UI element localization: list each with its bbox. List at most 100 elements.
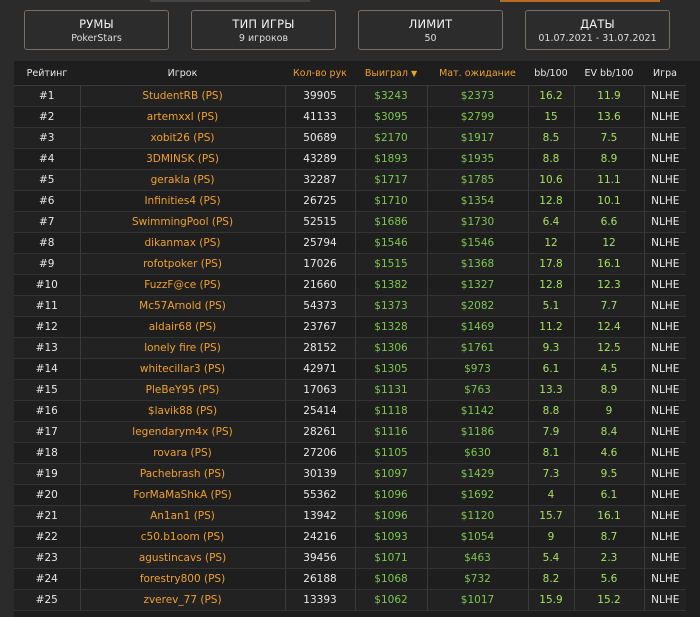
table-row: #3 xobit26 (PS) 50689 $2170 $1917 8.5 7.5 NLHE	[14, 127, 686, 149]
cell-ev: $732	[427, 568, 529, 590]
cell-evbb100: 7.7	[574, 295, 645, 317]
cell-game: NLHE	[644, 337, 686, 359]
header-rank[interactable]: Рейтинг	[14, 61, 80, 86]
header-ev[interactable]: Мат. ожидание	[427, 61, 528, 86]
table-row: #4 3DMINSK (PS) 43289 $1893 $1935 8.8 8.9 NLHE	[14, 148, 686, 170]
cell-won: $1071	[355, 547, 428, 569]
cell-hands: 41133	[285, 106, 356, 128]
cell-bb100: 9	[528, 526, 575, 548]
cell-bb100: 6.4	[528, 211, 575, 233]
cell-player[interactable]: legendarym4x (PS)	[80, 421, 286, 443]
cell-player[interactable]: xobit26 (PS)	[80, 127, 286, 149]
cell-won: $1893	[355, 148, 428, 170]
cell-player[interactable]: FuzzF@ce (PS)	[80, 274, 286, 296]
cell-game: NLHE	[644, 379, 686, 401]
filter-limit[interactable]: ЛИМИТ 50	[358, 10, 503, 50]
cell-player[interactable]: rovara (PS)	[80, 442, 286, 464]
cell-game: NLHE	[644, 589, 686, 611]
cell-ev: $1327	[427, 274, 529, 296]
cell-player[interactable]: PleBeY95 (PS)	[80, 379, 286, 401]
cell-player[interactable]: StudentRB (PS)	[80, 85, 286, 107]
cell-evbb100: 15.2	[574, 589, 645, 611]
cell-player[interactable]: artemxxl (PS)	[80, 106, 286, 128]
header-player[interactable]: Игрок	[80, 61, 285, 86]
cell-player[interactable]: lonely fire (PS)	[80, 337, 286, 359]
cell-player[interactable]: zverev_77 (PS)	[80, 589, 286, 611]
cell-evbb100: 9.5	[574, 463, 645, 485]
cell-player[interactable]: agustincavs (PS)	[80, 547, 286, 569]
header-evbb100[interactable]: EV bb/100	[574, 61, 644, 86]
table-row: #7 SwimmingPool (PS) 52515 $1686 $1730 6.4 6.6…	[14, 211, 686, 233]
cell-player[interactable]: An1an1 (PS)	[80, 505, 286, 527]
cell-rank: #4	[14, 148, 81, 170]
filter-dates-title: ДАТЫ	[580, 17, 615, 31]
cell-player[interactable]: Pachebrash (PS)	[80, 463, 286, 485]
cell-player[interactable]: c50.b1oom (PS)	[80, 526, 286, 548]
ranking-table-container: Рейтинг Игрок Кол-во рук Выиграл ▼ Мат. …	[14, 61, 700, 617]
cell-ev: $1546	[427, 232, 529, 254]
header-bb100[interactable]: bb/100	[528, 61, 574, 86]
cell-player[interactable]: $lavik88 (PS)	[80, 400, 286, 422]
cell-rank: #25	[14, 589, 81, 611]
cell-rank: #21	[14, 505, 81, 527]
cell-game: NLHE	[644, 505, 686, 527]
cell-ev: $2082	[427, 295, 529, 317]
table-row: #10 FuzzF@ce (PS) 21660 $1382 $1327 12.8 12.3 N…	[14, 274, 686, 296]
table-row: #2 artemxxl (PS) 41133 $3095 $2799 15 13.6 NLHE	[14, 106, 686, 128]
filter-limit-title: ЛИМИТ	[408, 17, 453, 31]
table-row: #13 lonely fire (PS) 28152 $1306 $1761 9.3 12.…	[14, 337, 686, 359]
cell-player[interactable]: rofotpoker (PS)	[80, 253, 286, 275]
cell-won: $1515	[355, 253, 428, 275]
header-hands[interactable]: Кол-во рук	[285, 61, 355, 86]
filter-bar: РУМЫ PokerStars ТИП ИГРЫ 9 игроков ЛИМИТ…	[0, 10, 700, 52]
cell-hands: 30139	[285, 463, 356, 485]
cell-rank: #8	[14, 232, 81, 254]
cell-game: NLHE	[644, 85, 686, 107]
cell-won: $1373	[355, 295, 428, 317]
cell-player[interactable]: dikanmax (PS)	[80, 232, 286, 254]
cell-ev: $1142	[427, 400, 529, 422]
cell-rank: #20	[14, 484, 81, 506]
cell-game: NLHE	[644, 148, 686, 170]
cell-ev: $1935	[427, 148, 529, 170]
cell-evbb100: 13.6	[574, 106, 645, 128]
cell-hands: 25414	[285, 400, 356, 422]
table-row: #5 gerakla (PS) 32287 $1717 $1785 10.6 11.1 NLH…	[14, 169, 686, 191]
cell-game: NLHE	[644, 190, 686, 212]
cell-evbb100: 16.1	[574, 505, 645, 527]
table-row: #12 aldair68 (PS) 23767 $1328 $1469 11.2 12.4 N…	[14, 316, 686, 338]
cell-evbb100: 4.6	[574, 442, 645, 464]
cell-hands: 28152	[285, 337, 356, 359]
cell-rank: #23	[14, 547, 81, 569]
cell-player[interactable]: forestry800 (PS)	[80, 568, 286, 590]
filter-game-type[interactable]: ТИП ИГРЫ 9 игроков	[191, 10, 336, 50]
cell-evbb100: 11.9	[574, 85, 645, 107]
table-header-row: Рейтинг Игрок Кол-во рук Выиграл ▼ Мат. …	[14, 61, 686, 86]
cell-player[interactable]: SwimmingPool (PS)	[80, 211, 286, 233]
cell-player[interactable]: Infinities4 (PS)	[80, 190, 286, 212]
cell-hands: 55362	[285, 484, 356, 506]
header-game[interactable]: Игра	[644, 61, 686, 86]
cell-ev: $1368	[427, 253, 529, 275]
filter-dates[interactable]: ДАТЫ 01.07.2021 - 31.07.2021	[525, 10, 670, 50]
cell-player[interactable]: Mc57Arnold (PS)	[80, 295, 286, 317]
cell-ev: $763	[427, 379, 529, 401]
cell-player[interactable]: gerakla (PS)	[80, 169, 286, 191]
cell-player[interactable]: 3DMINSK (PS)	[80, 148, 286, 170]
header-won[interactable]: Выиграл ▼	[355, 61, 427, 86]
cell-evbb100: 9	[574, 400, 645, 422]
filter-rooms[interactable]: РУМЫ PokerStars	[24, 10, 169, 50]
table-row: #23 agustincavs (PS) 39456 $1071 $463 5.4 2.3 N…	[14, 547, 686, 569]
cell-hands: 50689	[285, 127, 356, 149]
cell-player[interactable]: ForMaMaShkA (PS)	[80, 484, 286, 506]
cell-ev: $1017	[427, 589, 529, 611]
cell-ev: $1785	[427, 169, 529, 191]
cell-won: $1546	[355, 232, 428, 254]
cell-player[interactable]: whitecillar3 (PS)	[80, 358, 286, 380]
cell-evbb100: 8.7	[574, 526, 645, 548]
cell-evbb100: 6.1	[574, 484, 645, 506]
cell-game: NLHE	[644, 526, 686, 548]
table-row: #20 ForMaMaShkA (PS) 55362 $1096 $1692 4 6.1 NL…	[14, 484, 686, 506]
cell-bb100: 6.1	[528, 358, 575, 380]
cell-player[interactable]: aldair68 (PS)	[80, 316, 286, 338]
